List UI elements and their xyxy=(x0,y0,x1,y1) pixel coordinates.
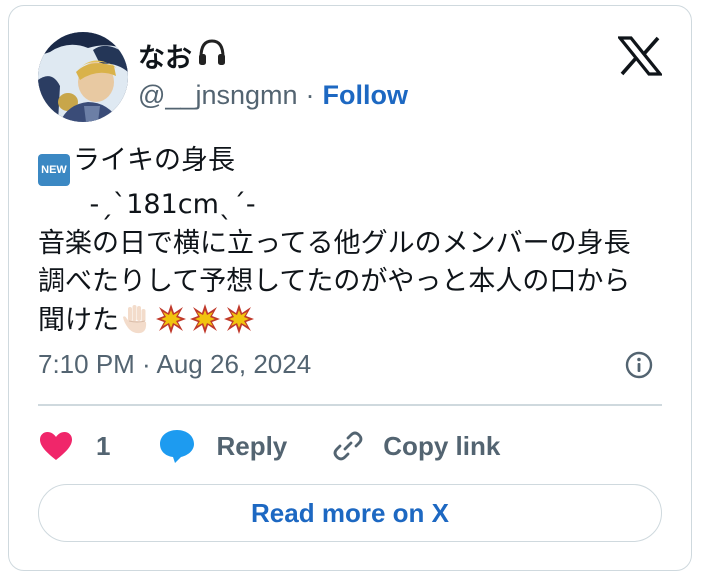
new-badge-icon: NEW xyxy=(38,154,70,186)
divider xyxy=(38,404,662,406)
avatar-photo xyxy=(38,32,128,122)
tweet-line-4: 調べたりして予想してたのがやっと本人の口から xyxy=(38,266,631,297)
info-icon[interactable] xyxy=(624,350,654,380)
tweet-timestamp[interactable]: 7:10 PM · Aug 26, 2024 xyxy=(38,349,311,380)
x-logo-icon[interactable] xyxy=(616,36,664,76)
author-name-row[interactable]: なお xyxy=(138,36,228,75)
author-display-name[interactable]: なお xyxy=(138,36,192,75)
separator-dot: · xyxy=(305,80,315,110)
tweet-actions: 1 Reply Copy link xyxy=(38,424,500,468)
like-count: 1 xyxy=(96,430,111,461)
collision-emoji xyxy=(155,303,187,347)
read-more-button[interactable]: Read more on X xyxy=(38,484,662,542)
avatar[interactable] xyxy=(38,32,128,122)
link-icon xyxy=(331,429,365,463)
follow-button[interactable]: Follow xyxy=(323,80,408,111)
collision-emoji xyxy=(189,303,221,347)
author-handle[interactable]: @__jnsngmn xyxy=(138,80,298,111)
copy-link-button[interactable]: Copy link xyxy=(331,429,500,463)
reply-button[interactable]: Reply xyxy=(158,428,287,464)
tweet-line-5: 聞けた xyxy=(38,302,664,347)
tweet-line-1-text: ライキの身長 xyxy=(73,145,235,176)
tweet-text: NEW ライキの身長 -ˏˋ181cmˎˊ- 音楽の日で横に立ってる他グルのメンバ… xyxy=(38,142,664,346)
tweet-line-5-text: 聞けた xyxy=(38,304,119,336)
headphone-icon xyxy=(196,37,228,74)
heart-icon xyxy=(38,430,74,462)
tweet-line-2: -ˏˋ181cmˎˊ- xyxy=(38,189,256,220)
author-handle-row: @__jnsngmn · Follow xyxy=(138,80,408,111)
reply-bubble-icon xyxy=(158,428,196,464)
copy-link-label: Copy link xyxy=(383,430,501,461)
like-button[interactable]: 1 xyxy=(38,430,110,462)
raised-hand-emoji xyxy=(121,303,153,347)
tweet-line-3: 音楽の日で横に立ってる他グルのメンバーの身長 xyxy=(38,227,631,259)
collision-emoji xyxy=(223,303,255,347)
tweet-line-1: NEW ライキの身長 xyxy=(38,142,664,186)
reply-label: Reply xyxy=(216,430,288,461)
